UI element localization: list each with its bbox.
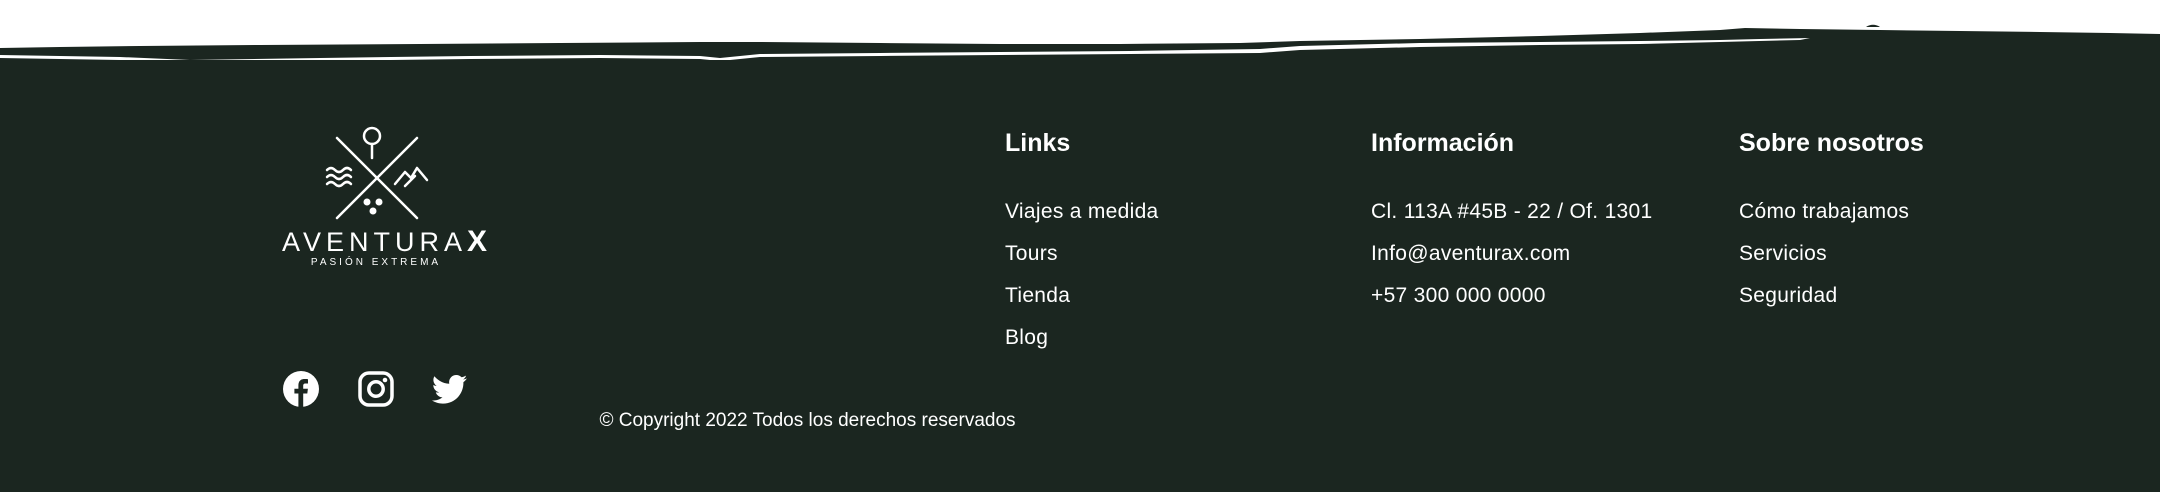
- info-address: Cl. 113A #45B - 22 / Of. 1301: [1371, 200, 1653, 223]
- footer-link-servicios[interactable]: Servicios: [1739, 233, 1924, 275]
- site-footer: AVENTURAX PASIÓN EXTREMA Links Viajes a …: [0, 60, 2160, 492]
- footer-column-links: Links Viajes a medida Tours Tienda Blog: [1005, 126, 1159, 359]
- brand-tagline: PASIÓN EXTREMA: [310, 257, 442, 268]
- footer-link-tienda[interactable]: Tienda: [1005, 275, 1159, 317]
- instagram-icon: [358, 371, 394, 407]
- brand-wordmark: AVENTURAX: [282, 225, 487, 259]
- footer-link-seguridad[interactable]: Seguridad: [1739, 275, 1924, 317]
- twitter-icon: [431, 375, 467, 404]
- social-links: [282, 370, 472, 410]
- info-list: Cl. 113A #45B - 22 / Of. 1301 Info@avent…: [1371, 191, 1652, 317]
- about-list: Cómo trabajamos Servicios Seguridad: [1739, 191, 1924, 317]
- links-list: Viajes a medida Tours Tienda Blog: [1005, 191, 1159, 359]
- aventurax-logo-icon[interactable]: [317, 126, 437, 226]
- info-email[interactable]: Info@aventurax.com: [1371, 233, 1652, 275]
- footer-link-blog[interactable]: Blog: [1005, 317, 1159, 359]
- instagram-link[interactable]: [357, 370, 395, 408]
- footer-column-info: Información Cl. 113A #45B - 22 / Of. 130…: [1371, 126, 1652, 317]
- brand-name-main: AVENTURA: [282, 227, 468, 257]
- twitter-link[interactable]: [431, 370, 469, 408]
- facebook-link[interactable]: [282, 370, 320, 408]
- info-heading: Información: [1371, 129, 1515, 157]
- copyright-text: © Copyright 2022 Todos los derechos rese…: [599, 410, 1016, 431]
- links-heading: Links: [1005, 129, 1071, 157]
- brand-name-accent: X: [467, 225, 490, 258]
- footer-column-about: Sobre nosotros Cómo trabajamos Servicios…: [1739, 126, 1924, 317]
- footer-link-tours[interactable]: Tours: [1005, 233, 1159, 275]
- facebook-icon: [283, 371, 319, 407]
- about-heading: Sobre nosotros: [1739, 129, 1924, 157]
- footer-link-como-trabajamos[interactable]: Cómo trabajamos: [1739, 191, 1924, 233]
- info-phone[interactable]: +57 300 000 0000: [1371, 275, 1652, 317]
- footer-link-viajes[interactable]: Viajes a medida: [1005, 191, 1159, 233]
